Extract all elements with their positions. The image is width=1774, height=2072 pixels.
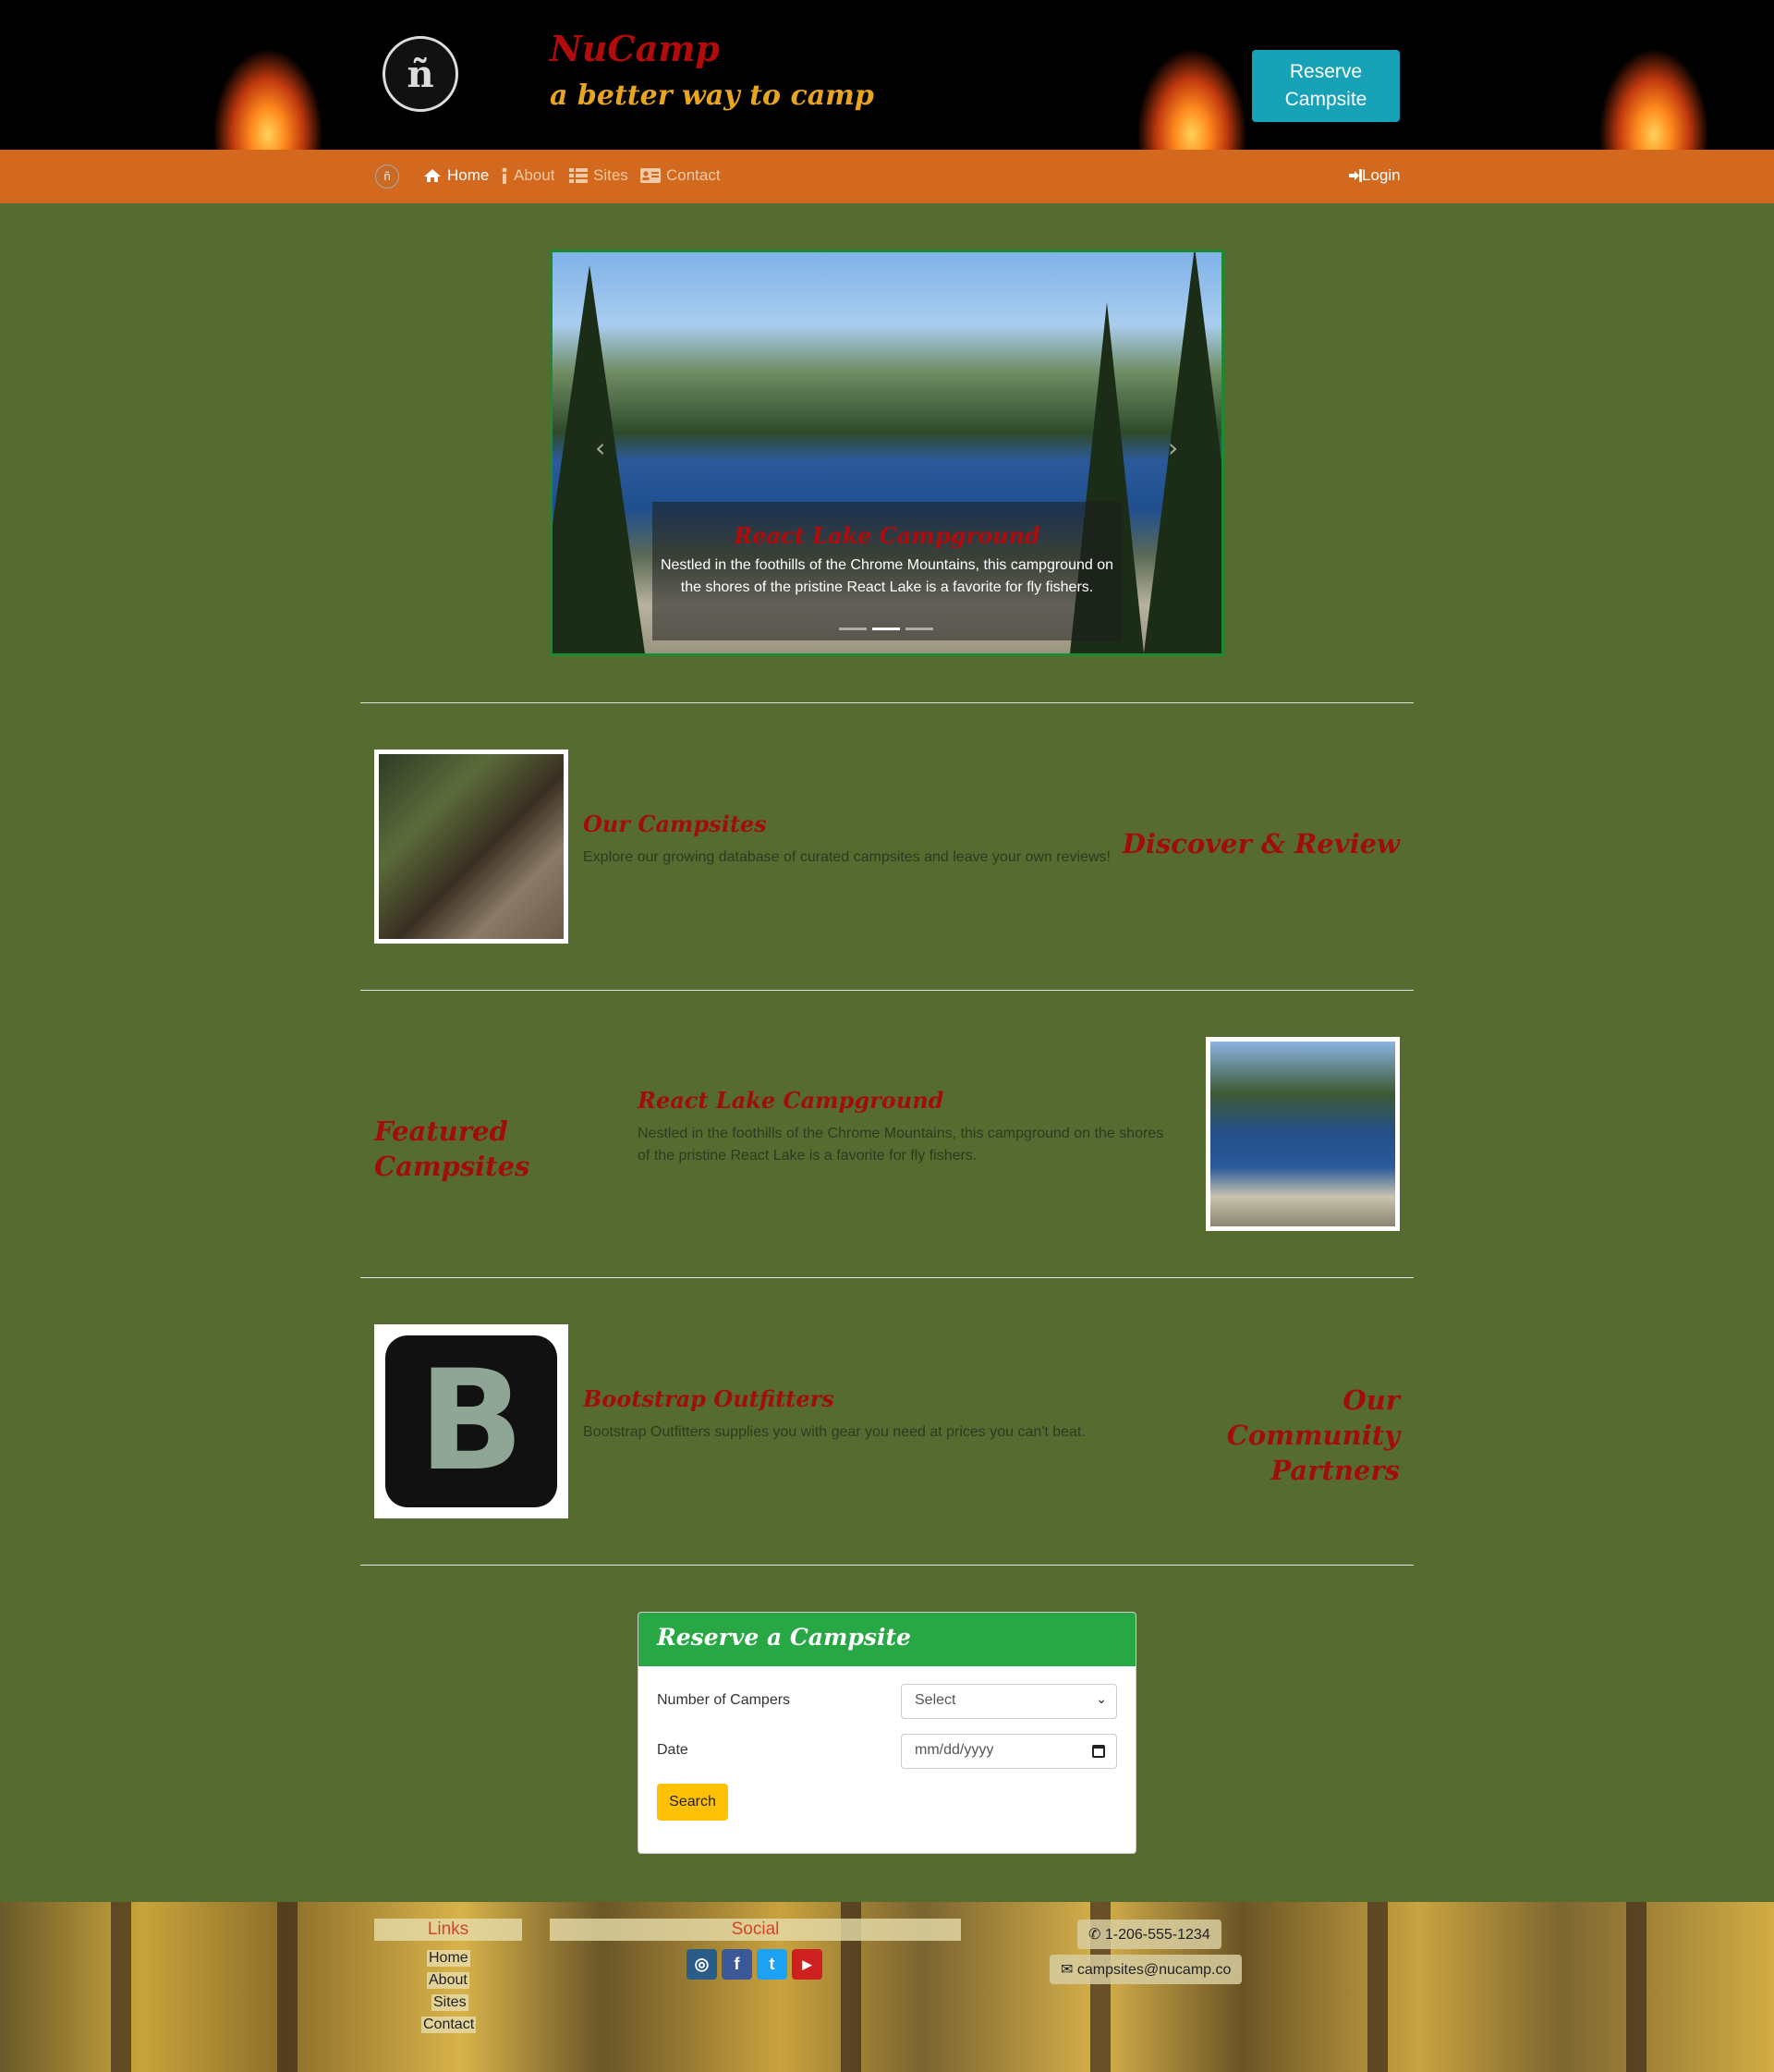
divider <box>360 1565 1414 1566</box>
nav-item-sites[interactable]: Sites <box>569 166 628 185</box>
flame-decoration <box>1598 48 1709 150</box>
envelope-icon: ✉ <box>1061 1962 1074 1978</box>
nav-item-about[interactable]: About <box>501 166 554 185</box>
site-title: NuCamp <box>550 28 721 69</box>
calendar-icon[interactable] <box>1092 1745 1105 1758</box>
site-footer: Links Home About Sites Contact Social ◎ … <box>0 1902 1774 2072</box>
footer-link-sites[interactable]: Sites <box>431 1994 468 2011</box>
youtube-icon[interactable]: ▶ <box>792 1949 822 1980</box>
email-link[interactable]: ✉ campsites@nucamp.co <box>1050 1955 1243 1984</box>
phone-link[interactable]: ✆ 1-206-555-1234 <box>1077 1920 1221 1949</box>
nav-item-home[interactable]: Home <box>423 166 489 185</box>
info-icon <box>502 167 507 184</box>
carousel-prev-control[interactable]: ‹ <box>595 433 605 463</box>
home-icon <box>424 169 441 182</box>
flame-decoration <box>213 48 323 150</box>
site-header: ñ NuCamp a better way to camp Reserve Ca… <box>0 0 1774 150</box>
featured-campsite-thumbnail <box>1206 1037 1400 1231</box>
nucamp-logo: ñ <box>383 36 458 112</box>
carousel-indicator[interactable] <box>839 628 867 630</box>
community-partners-heading: Our Community Partners <box>1226 1384 1400 1486</box>
image-carousel: ‹ › React Lake Campground Nestled in the… <box>550 250 1224 656</box>
featured-campsite-text: Nestled in the foothills of the Chrome M… <box>638 1126 1164 1164</box>
footer-social-heading: Social <box>550 1919 961 1941</box>
carousel-caption-text: Nestled in the foothills of the Chrome M… <box>660 557 1114 595</box>
featured-campsite-title: React Lake Campground <box>638 1087 944 1114</box>
search-button[interactable]: Search <box>657 1784 728 1821</box>
navbar: ñ Home About Sites Contact Login <box>0 150 1774 203</box>
reserve-card-title: Reserve a Campsite <box>638 1613 1136 1666</box>
campsites-thumbnail <box>374 750 568 944</box>
carousel-indicator[interactable] <box>872 628 900 630</box>
login-link[interactable]: Login <box>1349 166 1401 185</box>
twitter-icon[interactable]: t <box>757 1949 787 1980</box>
navbar-brand-logo[interactable]: ñ <box>375 165 399 189</box>
chevron-down-icon: ⌄ <box>1096 1691 1107 1706</box>
campsites-text: Explore our growing database of curated … <box>583 849 1111 865</box>
reserve-campsite-card: Reserve a Campsite Number of Campers Sel… <box>638 1612 1136 1854</box>
site-subtitle: a better way to camp <box>550 79 874 112</box>
footer-link-contact[interactable]: Contact <box>421 2017 477 2033</box>
instagram-icon[interactable]: ◎ <box>687 1949 717 1980</box>
campers-select[interactable]: Select ⌄ <box>901 1684 1117 1719</box>
list-icon <box>569 168 588 183</box>
footer-link-home[interactable]: Home <box>427 1950 470 1967</box>
reserve-campsite-button[interactable]: Reserve Campsite <box>1252 50 1400 122</box>
phone-icon: ✆ <box>1088 1927 1101 1943</box>
sign-in-icon <box>1349 169 1362 182</box>
divider <box>360 990 1414 991</box>
footer-links-heading: Links <box>374 1919 522 1941</box>
featured-campsites-heading: Featured Campsites <box>374 1115 530 1182</box>
bootstrap-logo: B <box>374 1324 568 1518</box>
divider <box>360 1277 1414 1278</box>
footer-link-about[interactable]: About <box>427 1972 469 1989</box>
carousel-indicator[interactable] <box>905 628 933 630</box>
facebook-icon[interactable]: f <box>722 1949 752 1980</box>
divider <box>360 702 1414 703</box>
carousel-next-control[interactable]: › <box>1168 433 1178 463</box>
carousel-caption: React Lake Campground Nestled in the foo… <box>652 502 1122 640</box>
discover-review-heading: Discover & Review <box>1122 828 1400 859</box>
campsites-title: Our Campsites <box>583 811 767 837</box>
partner-title: Bootstrap Outfitters <box>583 1385 834 1412</box>
flame-decoration <box>1136 48 1247 150</box>
campers-label: Number of Campers <box>657 1692 791 1708</box>
address-card-icon <box>640 168 661 183</box>
carousel-indicators <box>839 628 933 630</box>
partner-text: Bootstrap Outfitters supplies you with g… <box>583 1424 1086 1440</box>
date-input[interactable]: mm/dd/yyyy <box>901 1734 1117 1769</box>
date-label: Date <box>657 1742 688 1758</box>
carousel-caption-title: React Lake Campground <box>734 522 1040 549</box>
nav-item-contact[interactable]: Contact <box>640 166 721 185</box>
